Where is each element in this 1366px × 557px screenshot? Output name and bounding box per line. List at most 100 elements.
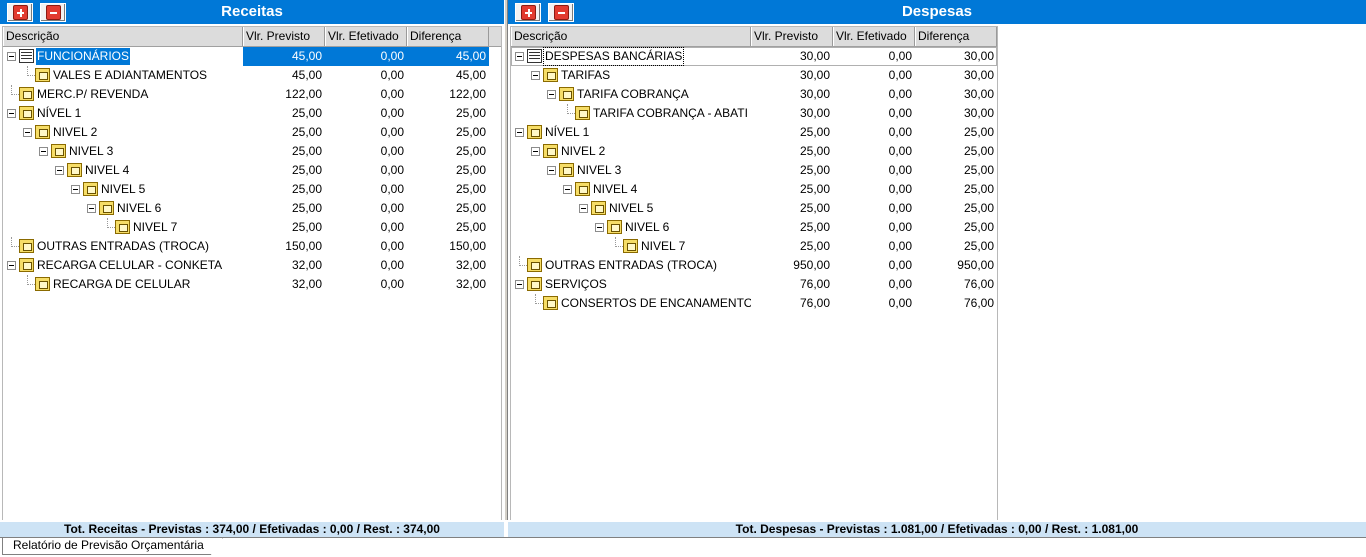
collapse-toggle-icon[interactable] <box>7 261 16 270</box>
tree-row[interactable]: NIVEL 7 25,00 0,00 25,00 <box>511 237 997 256</box>
tree-row[interactable]: OUTRAS ENTRADAS (TROCA) 950,00 0,00 950,00 <box>511 256 997 275</box>
tree-node-cell[interactable]: NIVEL 3 <box>3 142 243 161</box>
expand-all-button[interactable] <box>515 3 541 22</box>
value-diferenca: 45,00 <box>455 68 486 82</box>
tree-row[interactable]: NIVEL 6 25,00 0,00 25,00 <box>511 218 997 237</box>
node-label: RECARGA DE CELULAR <box>53 277 191 291</box>
tree-node-cell[interactable]: TARIFAS <box>511 66 751 85</box>
tree-row[interactable]: RECARGA CELULAR - CONKETA 32,00 0,00 32,00 <box>3 256 501 275</box>
tree-row[interactable]: NIVEL 2 25,00 0,00 25,00 <box>3 123 501 142</box>
tree-row[interactable]: NIVEL 2 25,00 0,00 25,00 <box>511 142 997 161</box>
tree-node-cell[interactable]: OUTRAS ENTRADAS (TROCA) <box>3 237 243 256</box>
tree-node-cell[interactable]: NIVEL 3 <box>511 161 751 180</box>
col-diferenca[interactable]: Diferença <box>915 27 997 46</box>
tree-row[interactable]: TARIFA COBRANÇA - ABATI 30,00 0,00 30,00 <box>511 104 997 123</box>
tree-row[interactable]: NIVEL 5 25,00 0,00 25,00 <box>511 199 997 218</box>
node-label: NIVEL 2 <box>561 144 606 158</box>
tree-row[interactable]: VALES E ADIANTAMENTOS 45,00 0,00 45,00 <box>3 66 501 85</box>
value-diferenca: 25,00 <box>963 220 994 234</box>
col-vlr-previsto[interactable]: Vlr. Previsto <box>243 27 325 46</box>
tree-node-cell[interactable]: OUTRAS ENTRADAS (TROCA) <box>511 256 751 275</box>
value-diferenca: 32,00 <box>455 258 486 272</box>
col-vlr-efetivado[interactable]: Vlr. Efetivado <box>325 27 407 46</box>
tree-row[interactable]: RECARGA DE CELULAR 32,00 0,00 32,00 <box>3 275 501 294</box>
tree-node-cell[interactable]: NIVEL 5 <box>511 199 751 218</box>
tree-node-cell[interactable]: NIVEL 7 <box>511 237 751 256</box>
tree-node-cell[interactable]: NIVEL 4 <box>3 161 243 180</box>
collapse-all-button[interactable] <box>548 3 574 22</box>
tree-node-cell[interactable]: DESPESAS BANCÁRIAS <box>511 47 751 66</box>
collapse-toggle-icon[interactable] <box>515 280 524 289</box>
tree-node-cell[interactable]: NIVEL 5 <box>3 180 243 199</box>
value-diferenca: 30,00 <box>963 87 994 101</box>
tree-node-cell[interactable]: NIVEL 2 <box>511 142 751 161</box>
tree-node-cell[interactable]: NÍVEL 1 <box>511 123 751 142</box>
collapse-toggle-icon[interactable] <box>563 185 572 194</box>
tree-node-cell[interactable]: NÍVEL 1 <box>3 104 243 123</box>
expand-all-button[interactable] <box>7 3 33 22</box>
tree-row[interactable]: NIVEL 6 25,00 0,00 25,00 <box>3 199 501 218</box>
collapse-all-button[interactable] <box>40 3 66 22</box>
collapse-toggle-icon[interactable] <box>71 185 80 194</box>
value-efetivado: 0,00 <box>888 258 912 272</box>
tree-row[interactable]: TARIFA COBRANÇA 30,00 0,00 30,00 <box>511 85 997 104</box>
collapse-toggle-icon[interactable] <box>547 90 556 99</box>
col-descricao[interactable]: Descrição <box>511 27 751 46</box>
collapse-toggle-icon[interactable] <box>531 147 540 156</box>
value-previsto: 30,00 <box>799 87 830 101</box>
tree-node-cell[interactable]: NIVEL 6 <box>511 218 751 237</box>
tree-node-cell[interactable]: NIVEL 7 <box>3 218 243 237</box>
value-efetivado: 0,00 <box>380 87 404 101</box>
tree-node-cell[interactable]: TARIFA COBRANÇA <box>511 85 751 104</box>
tree-row[interactable]: OUTRAS ENTRADAS (TROCA) 150,00 0,00 150,00 <box>3 237 501 256</box>
tree-node-cell[interactable]: RECARGA DE CELULAR <box>3 275 243 294</box>
col-descricao[interactable]: Descrição <box>3 27 243 46</box>
value-efetivado: 0,00 <box>888 201 912 215</box>
col-vlr-previsto[interactable]: Vlr. Previsto <box>751 27 833 46</box>
collapse-toggle-icon[interactable] <box>23 128 32 137</box>
tree-node-cell[interactable]: RECARGA CELULAR - CONKETA <box>3 256 243 275</box>
node-label: OUTRAS ENTRADAS (TROCA) <box>545 258 718 272</box>
despesas-tree-grid[interactable]: Descrição Vlr. Previsto Vlr. Efetivado D… <box>510 26 998 520</box>
tree-row[interactable]: MERC.P/ REVENDA 122,00 0,00 122,00 <box>3 85 501 104</box>
value-efetivado: 0,00 <box>888 49 912 63</box>
tree-node-cell[interactable]: NIVEL 6 <box>3 199 243 218</box>
tree-node-cell[interactable]: NIVEL 2 <box>3 123 243 142</box>
value-efetivado: 0,00 <box>380 144 404 158</box>
collapse-toggle-icon[interactable] <box>515 128 524 137</box>
tree-node-cell[interactable]: MERC.P/ REVENDA <box>3 85 243 104</box>
tree-row[interactable]: NIVEL 7 25,00 0,00 25,00 <box>3 218 501 237</box>
tree-node-cell[interactable]: CONSERTOS DE ENCANAMENTO <box>511 294 751 313</box>
tab-relatorio-previsao[interactable]: Relatório de Previsão Orçamentária <box>2 538 223 555</box>
collapse-toggle-icon[interactable] <box>531 71 540 80</box>
col-diferenca[interactable]: Diferença <box>407 27 489 46</box>
collapse-toggle-icon[interactable] <box>579 204 588 213</box>
receitas-tree-grid[interactable]: Descrição Vlr. Previsto Vlr. Efetivado D… <box>2 26 502 520</box>
tree-row[interactable]: NÍVEL 1 25,00 0,00 25,00 <box>511 123 997 142</box>
tree-row[interactable]: NIVEL 5 25,00 0,00 25,00 <box>3 180 501 199</box>
tree-row[interactable]: TARIFAS 30,00 0,00 30,00 <box>511 66 997 85</box>
tree-row[interactable]: NIVEL 3 25,00 0,00 25,00 <box>3 142 501 161</box>
tree-node-cell[interactable]: NIVEL 4 <box>511 180 751 199</box>
tree-row[interactable]: NIVEL 4 25,00 0,00 25,00 <box>511 180 997 199</box>
collapse-toggle-icon[interactable] <box>39 147 48 156</box>
tree-row[interactable]: SERVIÇOS 76,00 0,00 76,00 <box>511 275 997 294</box>
col-vlr-efetivado[interactable]: Vlr. Efetivado <box>833 27 915 46</box>
tree-row[interactable]: NIVEL 3 25,00 0,00 25,00 <box>511 161 997 180</box>
tree-row[interactable]: FUNCIONÁRIOS 45,00 0,00 45,00 <box>3 47 501 66</box>
tree-node-cell[interactable]: VALES E ADIANTAMENTOS <box>3 66 243 85</box>
tree-node-cell[interactable]: SERVIÇOS <box>511 275 751 294</box>
tree-row[interactable]: NIVEL 4 25,00 0,00 25,00 <box>3 161 501 180</box>
tree-node-cell[interactable]: FUNCIONÁRIOS <box>3 47 243 66</box>
collapse-toggle-icon[interactable] <box>595 223 604 232</box>
collapse-toggle-icon[interactable] <box>547 166 556 175</box>
collapse-toggle-icon[interactable] <box>7 52 16 61</box>
collapse-toggle-icon[interactable] <box>87 204 96 213</box>
collapse-toggle-icon[interactable] <box>7 109 16 118</box>
collapse-toggle-icon[interactable] <box>55 166 64 175</box>
tree-node-cell[interactable]: TARIFA COBRANÇA - ABATI <box>511 104 751 123</box>
tree-row[interactable]: DESPESAS BANCÁRIAS 30,00 0,00 30,00 <box>511 47 997 66</box>
tree-row[interactable]: CONSERTOS DE ENCANAMENTO 76,00 0,00 76,00 <box>511 294 997 313</box>
collapse-toggle-icon[interactable] <box>515 52 524 61</box>
tree-row[interactable]: NÍVEL 1 25,00 0,00 25,00 <box>3 104 501 123</box>
